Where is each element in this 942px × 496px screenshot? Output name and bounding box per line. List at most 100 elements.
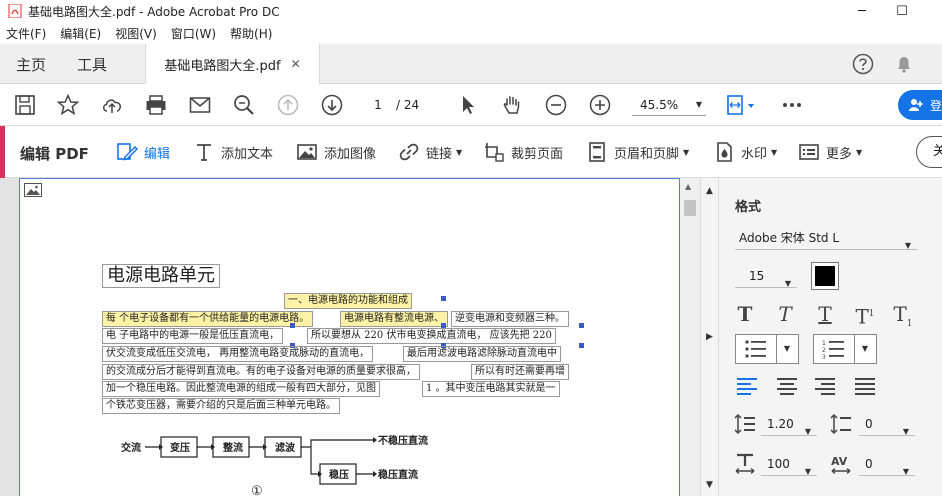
page-number-input[interactable]: 1 [364,94,392,116]
character-spacing-chevron-down-icon: ▼ [902,467,909,476]
text-line[interactable]: 伏交流变成低压交流电， 再用整流电路变成脉动的直流电， [102,346,374,362]
tab-tools[interactable]: 工具 [77,54,107,75]
menu-file[interactable]: 文件(F) [6,25,46,42]
email-icon[interactable] [188,93,212,117]
align-center-icon[interactable] [775,374,799,398]
justify-icon[interactable] [853,374,877,398]
text-line[interactable]: 所以有时还需要再增 [471,364,569,380]
previous-page-icon[interactable] [276,93,300,117]
menu-view[interactable]: 视图(V) [115,25,157,42]
number-chevron-down-icon[interactable]: ▼ [862,344,868,353]
align-left-icon[interactable] [735,374,759,398]
help-icon[interactable] [852,53,874,75]
align-right-icon[interactable] [813,374,837,398]
main-toolbar: 1 / 24 45.5% ▼ 登 [0,84,942,126]
pdf-page[interactable]: 电源电路单元 一、电源电路的功能和组成 每 个电子设备都有一个供给能量的电源电路… [19,178,680,496]
text-line[interactable]: 最后用滤波电路滤除脉动直流电中 [403,346,561,362]
page-count: / 24 [396,98,420,112]
text-line[interactable]: 加一个稳压电路。因此整流电源的组成一般有四大部分，见图 [102,381,380,397]
bullet-list-button[interactable]: ▼ [735,334,799,364]
text-line[interactable]: 1 。其中变压电路其实就是一 [422,381,560,397]
text-line[interactable]: 电源电路有整流电源、 [340,311,448,327]
add-text-label: 添加文本 [221,146,274,162]
document-heading[interactable]: 电源电路单元 [102,264,220,288]
underline-icon[interactable]: T [813,302,837,326]
minimize-button[interactable]: ─ [842,0,882,22]
header-footer-label: 页眉和页脚 [614,146,680,162]
crop-page-button[interactable]: 裁剪页面 [483,140,563,164]
horizontal-scale-select[interactable]: 100 ▼ [761,452,817,476]
menu-help[interactable]: 帮助(H) [230,25,272,42]
numbered-list-button[interactable]: 1 2 3 ▼ [813,334,877,364]
subscript-icon[interactable]: T1 [891,302,915,329]
resize-handle[interactable] [579,323,584,328]
header-footer-button[interactable]: 页眉和页脚 ▼ [586,140,689,164]
star-icon[interactable] [56,93,80,117]
bell-icon[interactable] [893,53,915,75]
horizontal-scale-chevron-down-icon: ▼ [804,467,811,476]
bold-icon[interactable]: T [733,302,757,326]
watermark-button[interactable]: 水印 ▼ [713,140,777,164]
diagram-output-unregulated: 不稳压直流 [378,434,428,447]
more-options-icon[interactable] [780,93,804,117]
save-icon[interactable] [13,93,37,117]
resize-handle[interactable] [441,323,446,328]
zoom-out-icon[interactable] [544,93,568,117]
font-family-select[interactable]: Adobe 宋体 Std L ▼ [735,226,917,250]
collapse-up-icon: ▲ [706,186,713,196]
print-icon[interactable] [144,93,168,117]
more-list-icon [799,144,819,160]
select-cursor-icon[interactable] [456,93,480,117]
bullet-chevron-down-icon[interactable]: ▼ [784,344,790,353]
scroll-up-icon[interactable]: ▲ [685,182,695,192]
next-page-icon[interactable] [320,93,344,117]
section-title-textbox[interactable]: 一、电源电路的功能和组成 [284,293,412,309]
text-line[interactable]: 的交流成分后才能得到直流电。有的电子设备对电源的质量要求很高， [102,364,420,380]
text-line[interactable]: 每 个电子设备都有一个供给能量的电源电路。 [102,311,314,327]
text-line[interactable]: 所以要想从 220 伏市电变换成直流电， 应该先把 220 [307,328,556,344]
text-line[interactable]: 个铁芯变压器，需要介绍的只是后面三种单元电路。 [102,398,340,414]
edit-tool-button[interactable]: 编辑 [116,140,170,164]
font-size-select[interactable]: 15 ▼ [735,264,797,288]
zoom-in-icon[interactable] [588,93,612,117]
add-image-button[interactable]: 添加图像 [296,140,376,164]
hand-tool-icon[interactable] [500,93,524,117]
tab-home[interactable]: 主页 [16,54,46,75]
menu-window[interactable]: 窗口(W) [171,25,216,42]
resize-handle[interactable] [579,343,584,348]
maximize-button[interactable]: ☐ [882,0,922,22]
panel-collapse-strip[interactable]: ▲ ▶ ▼ [700,178,718,496]
text-line[interactable]: 电 子电路中的电源一般是低压直流电， [102,328,284,344]
italic-icon[interactable]: T [773,302,797,326]
scroll-thumb[interactable] [684,200,696,216]
superscript-icon[interactable]: T1 [853,302,877,329]
menu-edit[interactable]: 编辑(E) [60,25,101,42]
collapse-panel-icon[interactable]: ▶ [706,332,713,342]
search-zoom-icon[interactable] [232,93,256,117]
text-line[interactable]: 逆变电源和变频器三种。 [451,311,569,327]
numbered-list-icon: 1 2 3 [822,340,844,359]
zoom-select[interactable]: 45.5% ▼ [632,94,706,116]
text-color-swatch[interactable] [811,262,839,290]
resize-handle[interactable] [441,296,446,301]
more-button[interactable]: 更多 ▼ [798,140,862,164]
close-tab-icon[interactable]: ✕ [291,57,301,71]
close-edit-button[interactable]: 关 [916,136,942,168]
add-text-button[interactable]: 添加文本 [193,140,273,164]
diagram-block-transformer: 变压 [170,441,190,454]
link-button[interactable]: 链接 ▼ [398,140,462,164]
page-fit-icon[interactable] [724,93,758,117]
line-spacing-select[interactable]: 1.20 ▼ [761,412,817,436]
resize-handle[interactable] [290,323,295,328]
vertical-scrollbar[interactable]: ▲ [680,178,700,496]
share-user-button[interactable]: 登 [898,90,942,120]
text-icon [197,144,211,161]
share-label: 登 [930,98,942,113]
format-panel-title: 格式 [735,200,762,215]
paragraph-spacing-select[interactable]: 0 ▼ [859,412,915,436]
tab-document[interactable]: 基础电路图大全.pdf ✕ [145,44,320,84]
character-spacing-select[interactable]: 0 ▼ [859,452,915,476]
svg-text:AV: AV [831,455,848,468]
svg-text:2: 2 [822,347,826,354]
upload-cloud-icon[interactable] [100,93,124,117]
